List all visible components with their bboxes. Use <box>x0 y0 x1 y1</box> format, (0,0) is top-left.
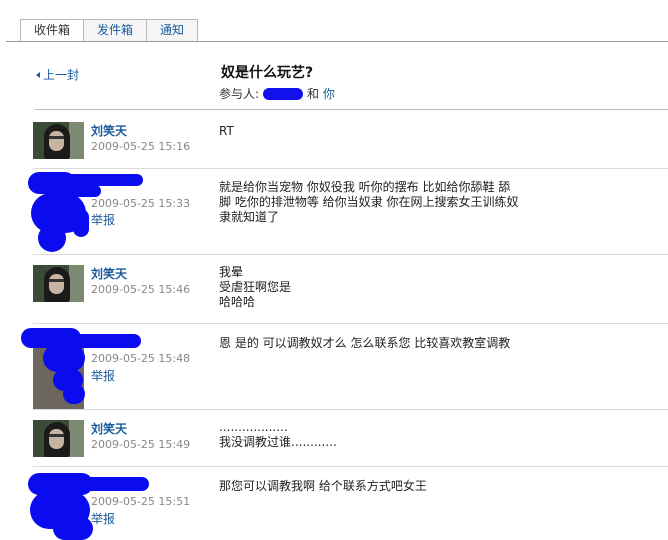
message-item: 2009-05-25 15:48 举报 恩 是的 可以调教奴才么 怎么联系您 比… <box>21 324 668 410</box>
message-item: 刘笑天 2009-05-25 15:16 RT <box>33 122 668 169</box>
caret-left-icon <box>36 72 40 78</box>
prev-message-link[interactable]: 上一封 <box>36 66 79 83</box>
message-item: 刘笑天 2009-05-25 15:49 .................. … <box>33 420 668 467</box>
header-divider <box>35 109 668 110</box>
avatar[interactable] <box>33 265 84 302</box>
message-line: 就是给你当宠物 你奴役我 听你的摆布 比如给你舔鞋 舔 <box>219 180 511 194</box>
author-name[interactable]: 刘笑天 <box>91 122 127 139</box>
thread-participants: 参与人: 和 你 <box>219 85 335 102</box>
message-line: .................. <box>219 420 288 434</box>
message-line: RT <box>219 124 234 138</box>
message-line: 隶就知道了 <box>219 210 280 224</box>
message-line: 那您可以调教我啊 给个联系方式吧女王 <box>219 479 427 493</box>
thread-subject: 奴是什么玩艺? <box>221 65 314 81</box>
tab-divider <box>6 41 668 42</box>
and-label: 和 <box>307 87 320 101</box>
message-body: 恩 是的 可以调教奴才么 怎么联系您 比较喜欢教室调教 <box>219 336 529 351</box>
message-time: 2009-05-25 15:33 <box>91 197 191 210</box>
censored-participant <box>263 88 304 100</box>
participants-label: 参与人: <box>219 87 260 101</box>
message-time: 2009-05-25 15:46 <box>91 283 191 296</box>
tab-outbox[interactable]: 发件箱 <box>83 19 148 41</box>
author-name[interactable]: 刘笑天 <box>91 265 127 282</box>
message-line: 受虐狂啊您是 <box>219 280 292 294</box>
message-time: 2009-05-25 15:51 <box>91 495 191 508</box>
message-divider <box>33 254 668 255</box>
message-line: 哈哈哈 <box>219 295 256 309</box>
message-line: 我没调教过谁............ <box>219 435 337 449</box>
report-link[interactable]: 举报 <box>91 211 115 228</box>
message-line: 恩 是的 可以调教奴才么 怎么联系您 比较喜欢教室调教 <box>219 336 511 350</box>
message-line: 我晕 <box>219 265 244 279</box>
report-link[interactable]: 举报 <box>91 510 115 527</box>
message-item: 2009-05-25 15:33 举报 就是给你当宠物 你奴役我 听你的摆布 比… <box>28 169 668 255</box>
message-body: 我晕 受虐狂啊您是 哈哈哈 <box>219 265 529 310</box>
report-link[interactable]: 举报 <box>91 367 115 384</box>
message-time: 2009-05-25 15:16 <box>91 140 191 153</box>
message-body: RT <box>219 124 529 139</box>
participant-you-link[interactable]: 你 <box>323 87 335 101</box>
message-body: 就是给你当宠物 你奴役我 听你的摆布 比如给你舔鞋 舔 脚 吃你的排泄物等 给你… <box>219 180 529 225</box>
message-item: 刘笑天 2009-05-25 15:46 我晕 受虐狂啊您是 哈哈哈 <box>33 265 668 324</box>
message-item: 2009-05-25 15:51 举报 那您可以调教我啊 给个联系方式吧女王 <box>28 467 668 540</box>
message-time: 2009-05-25 15:48 <box>91 352 191 365</box>
message-body: 那您可以调教我啊 给个联系方式吧女王 <box>219 479 529 494</box>
message-divider <box>33 409 668 410</box>
mailbox-tabs: 收件箱 发件箱 通知 <box>20 19 199 41</box>
message-body: .................. 我没调教过谁............ <box>219 420 529 450</box>
prev-message-label: 上一封 <box>43 68 80 82</box>
author-name[interactable]: 刘笑天 <box>91 420 127 437</box>
tab-inbox[interactable]: 收件箱 <box>20 19 85 41</box>
tab-notifications[interactable]: 通知 <box>146 19 199 41</box>
avatar[interactable] <box>33 420 84 457</box>
message-line: 脚 吃你的排泄物等 给你当奴隶 你在网上搜索女王训练奴 <box>219 195 519 209</box>
message-time: 2009-05-25 15:49 <box>91 438 191 451</box>
avatar[interactable] <box>33 122 84 159</box>
